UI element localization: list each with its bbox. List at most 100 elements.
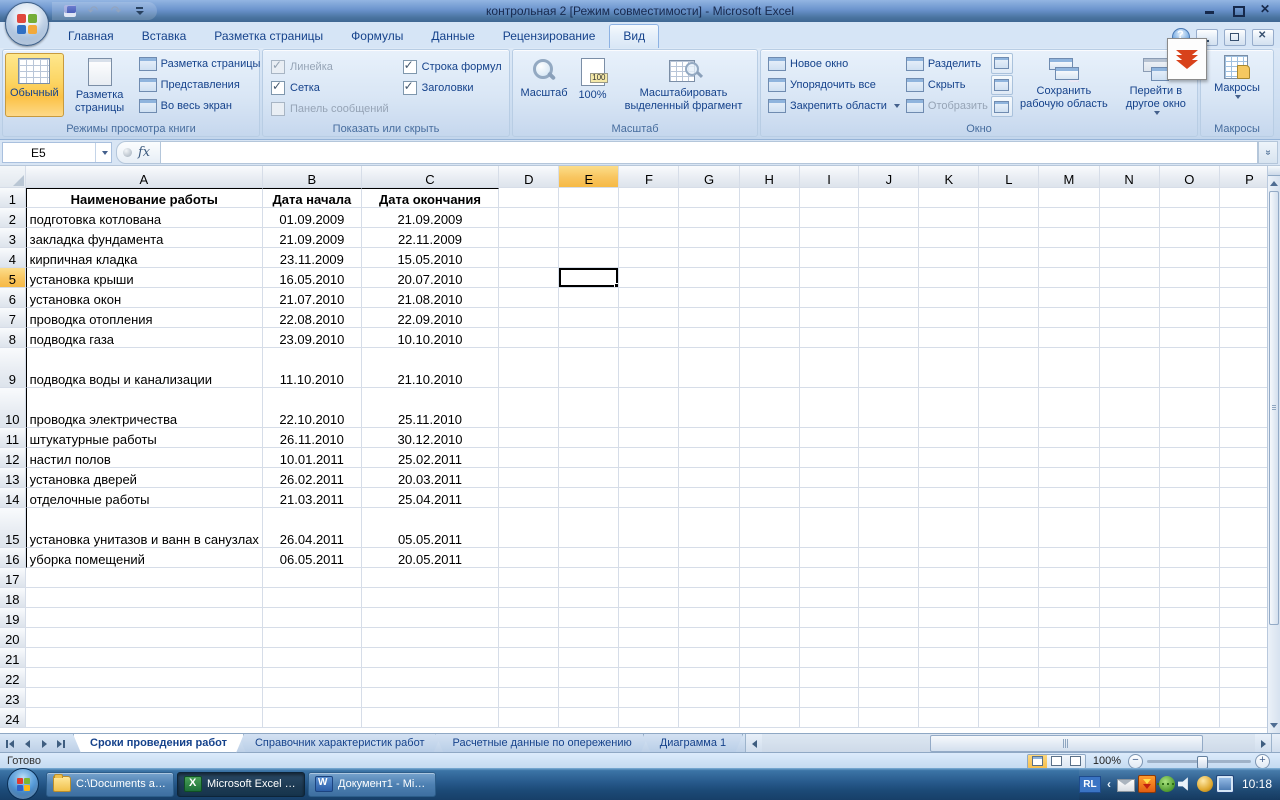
cell-L8[interactable] — [979, 328, 1040, 348]
cell-B7[interactable]: 22.08.2010 — [262, 308, 362, 328]
cell-B1[interactable]: Дата начала — [262, 188, 362, 208]
cell-D5[interactable] — [499, 268, 560, 288]
cell-M2[interactable] — [1039, 208, 1100, 228]
hide-button[interactable]: Скрыть — [903, 75, 991, 96]
cell-L1[interactable] — [979, 188, 1040, 208]
cell-C17[interactable] — [361, 568, 500, 588]
scroll-left-button[interactable] — [746, 734, 763, 753]
cell-J15[interactable] — [859, 508, 920, 548]
cell-H6[interactable] — [739, 288, 800, 308]
row-header-11[interactable]: 11 — [0, 428, 26, 448]
cell-A21[interactable] — [25, 648, 263, 668]
cell-G9[interactable] — [679, 348, 740, 388]
cell-O4[interactable] — [1159, 248, 1220, 268]
cell-M10[interactable] — [1039, 388, 1100, 428]
cell-O22[interactable] — [1159, 668, 1220, 688]
undo-button[interactable] — [85, 3, 101, 19]
cell-I24[interactable] — [799, 708, 860, 728]
sheet-tab[interactable]: Сроки проведения работ — [73, 734, 244, 753]
cell-J2[interactable] — [859, 208, 920, 228]
cell-J3[interactable] — [859, 228, 920, 248]
cell-M3[interactable] — [1039, 228, 1100, 248]
cell-I1[interactable] — [799, 188, 860, 208]
cell-M21[interactable] — [1039, 648, 1100, 668]
cell-H1[interactable] — [739, 188, 800, 208]
cell-N21[interactable] — [1099, 648, 1160, 668]
row-header-19[interactable]: 19 — [0, 608, 26, 628]
cell-N14[interactable] — [1099, 488, 1160, 508]
cell-L18[interactable] — [979, 588, 1040, 608]
cell-B20[interactable] — [262, 628, 362, 648]
full-screen-button[interactable]: Во весь экран — [136, 96, 264, 117]
cell-D6[interactable] — [499, 288, 560, 308]
cell-L24[interactable] — [979, 708, 1040, 728]
col-header-E[interactable]: E — [559, 166, 620, 188]
cell-A7[interactable]: проводка отопления — [25, 308, 263, 328]
cell-L6[interactable] — [979, 288, 1040, 308]
cell-H15[interactable] — [739, 508, 800, 548]
row-header-13[interactable]: 13 — [0, 468, 26, 488]
cell-C14[interactable]: 25.04.2011 — [361, 488, 500, 508]
macros-button[interactable]: Макросы — [1209, 50, 1265, 120]
cell-L7[interactable] — [979, 308, 1040, 328]
cell-H21[interactable] — [739, 648, 800, 668]
cell-F15[interactable] — [619, 508, 680, 548]
cell-H7[interactable] — [739, 308, 800, 328]
cell-A10[interactable]: проводка электричества — [25, 388, 263, 428]
cell-K3[interactable] — [919, 228, 980, 248]
row-header-22[interactable]: 22 — [0, 668, 26, 688]
cell-C2[interactable]: 21.09.2009 — [361, 208, 500, 228]
office-button[interactable] — [5, 2, 49, 46]
col-header-F[interactable]: F — [619, 166, 680, 188]
col-header-N[interactable]: N — [1099, 166, 1160, 188]
cell-M22[interactable] — [1039, 668, 1100, 688]
row-header-10[interactable]: 10 — [0, 388, 26, 428]
cell-C11[interactable]: 30.12.2010 — [361, 428, 500, 448]
cell-M24[interactable] — [1039, 708, 1100, 728]
cell-D16[interactable] — [499, 548, 560, 568]
cell-F21[interactable] — [619, 648, 680, 668]
cell-E14[interactable] — [559, 488, 620, 508]
cell-J5[interactable] — [859, 268, 920, 288]
cell-I14[interactable] — [799, 488, 860, 508]
start-button[interactable] — [7, 768, 39, 800]
cell-L19[interactable] — [979, 608, 1040, 628]
zoom-in-button[interactable]: + — [1255, 753, 1270, 769]
cell-I10[interactable] — [799, 388, 860, 428]
cell-I23[interactable] — [799, 688, 860, 708]
cell-C13[interactable]: 20.03.2011 — [361, 468, 500, 488]
name-box-dropdown[interactable] — [95, 143, 111, 162]
cell-K11[interactable] — [919, 428, 980, 448]
cell-L21[interactable] — [979, 648, 1040, 668]
cell-H9[interactable] — [739, 348, 800, 388]
cell-F22[interactable] — [619, 668, 680, 688]
cell-D3[interactable] — [499, 228, 560, 248]
cell-F8[interactable] — [619, 328, 680, 348]
ribbon-tab-review[interactable]: Рецензирование — [489, 24, 610, 48]
cell-M18[interactable] — [1039, 588, 1100, 608]
redo-button[interactable] — [108, 3, 124, 19]
row-header-8[interactable]: 8 — [0, 328, 26, 348]
new-window-button[interactable]: Новое окно — [765, 54, 903, 75]
cell-B4[interactable]: 23.11.2009 — [262, 248, 362, 268]
cell-G15[interactable] — [679, 508, 740, 548]
cell-N19[interactable] — [1099, 608, 1160, 628]
cell-D15[interactable] — [499, 508, 560, 548]
cell-N23[interactable] — [1099, 688, 1160, 708]
scroll-up-button[interactable] — [1268, 176, 1280, 191]
zoom-100-button[interactable]: 100% — [573, 53, 611, 117]
cell-N7[interactable] — [1099, 308, 1160, 328]
cell-G24[interactable] — [679, 708, 740, 728]
cell-K9[interactable] — [919, 348, 980, 388]
cell-B3[interactable]: 21.09.2009 — [262, 228, 362, 248]
cell-G20[interactable] — [679, 628, 740, 648]
cell-A19[interactable] — [25, 608, 263, 628]
cell-E7[interactable] — [559, 308, 620, 328]
cell-B5[interactable]: 16.05.2010 — [262, 268, 362, 288]
cell-I3[interactable] — [799, 228, 860, 248]
view-side-by-side-button[interactable] — [990, 53, 1013, 74]
cell-J19[interactable] — [859, 608, 920, 628]
cell-N9[interactable] — [1099, 348, 1160, 388]
cell-D7[interactable] — [499, 308, 560, 328]
zoom-level[interactable]: 100% — [1093, 755, 1121, 767]
